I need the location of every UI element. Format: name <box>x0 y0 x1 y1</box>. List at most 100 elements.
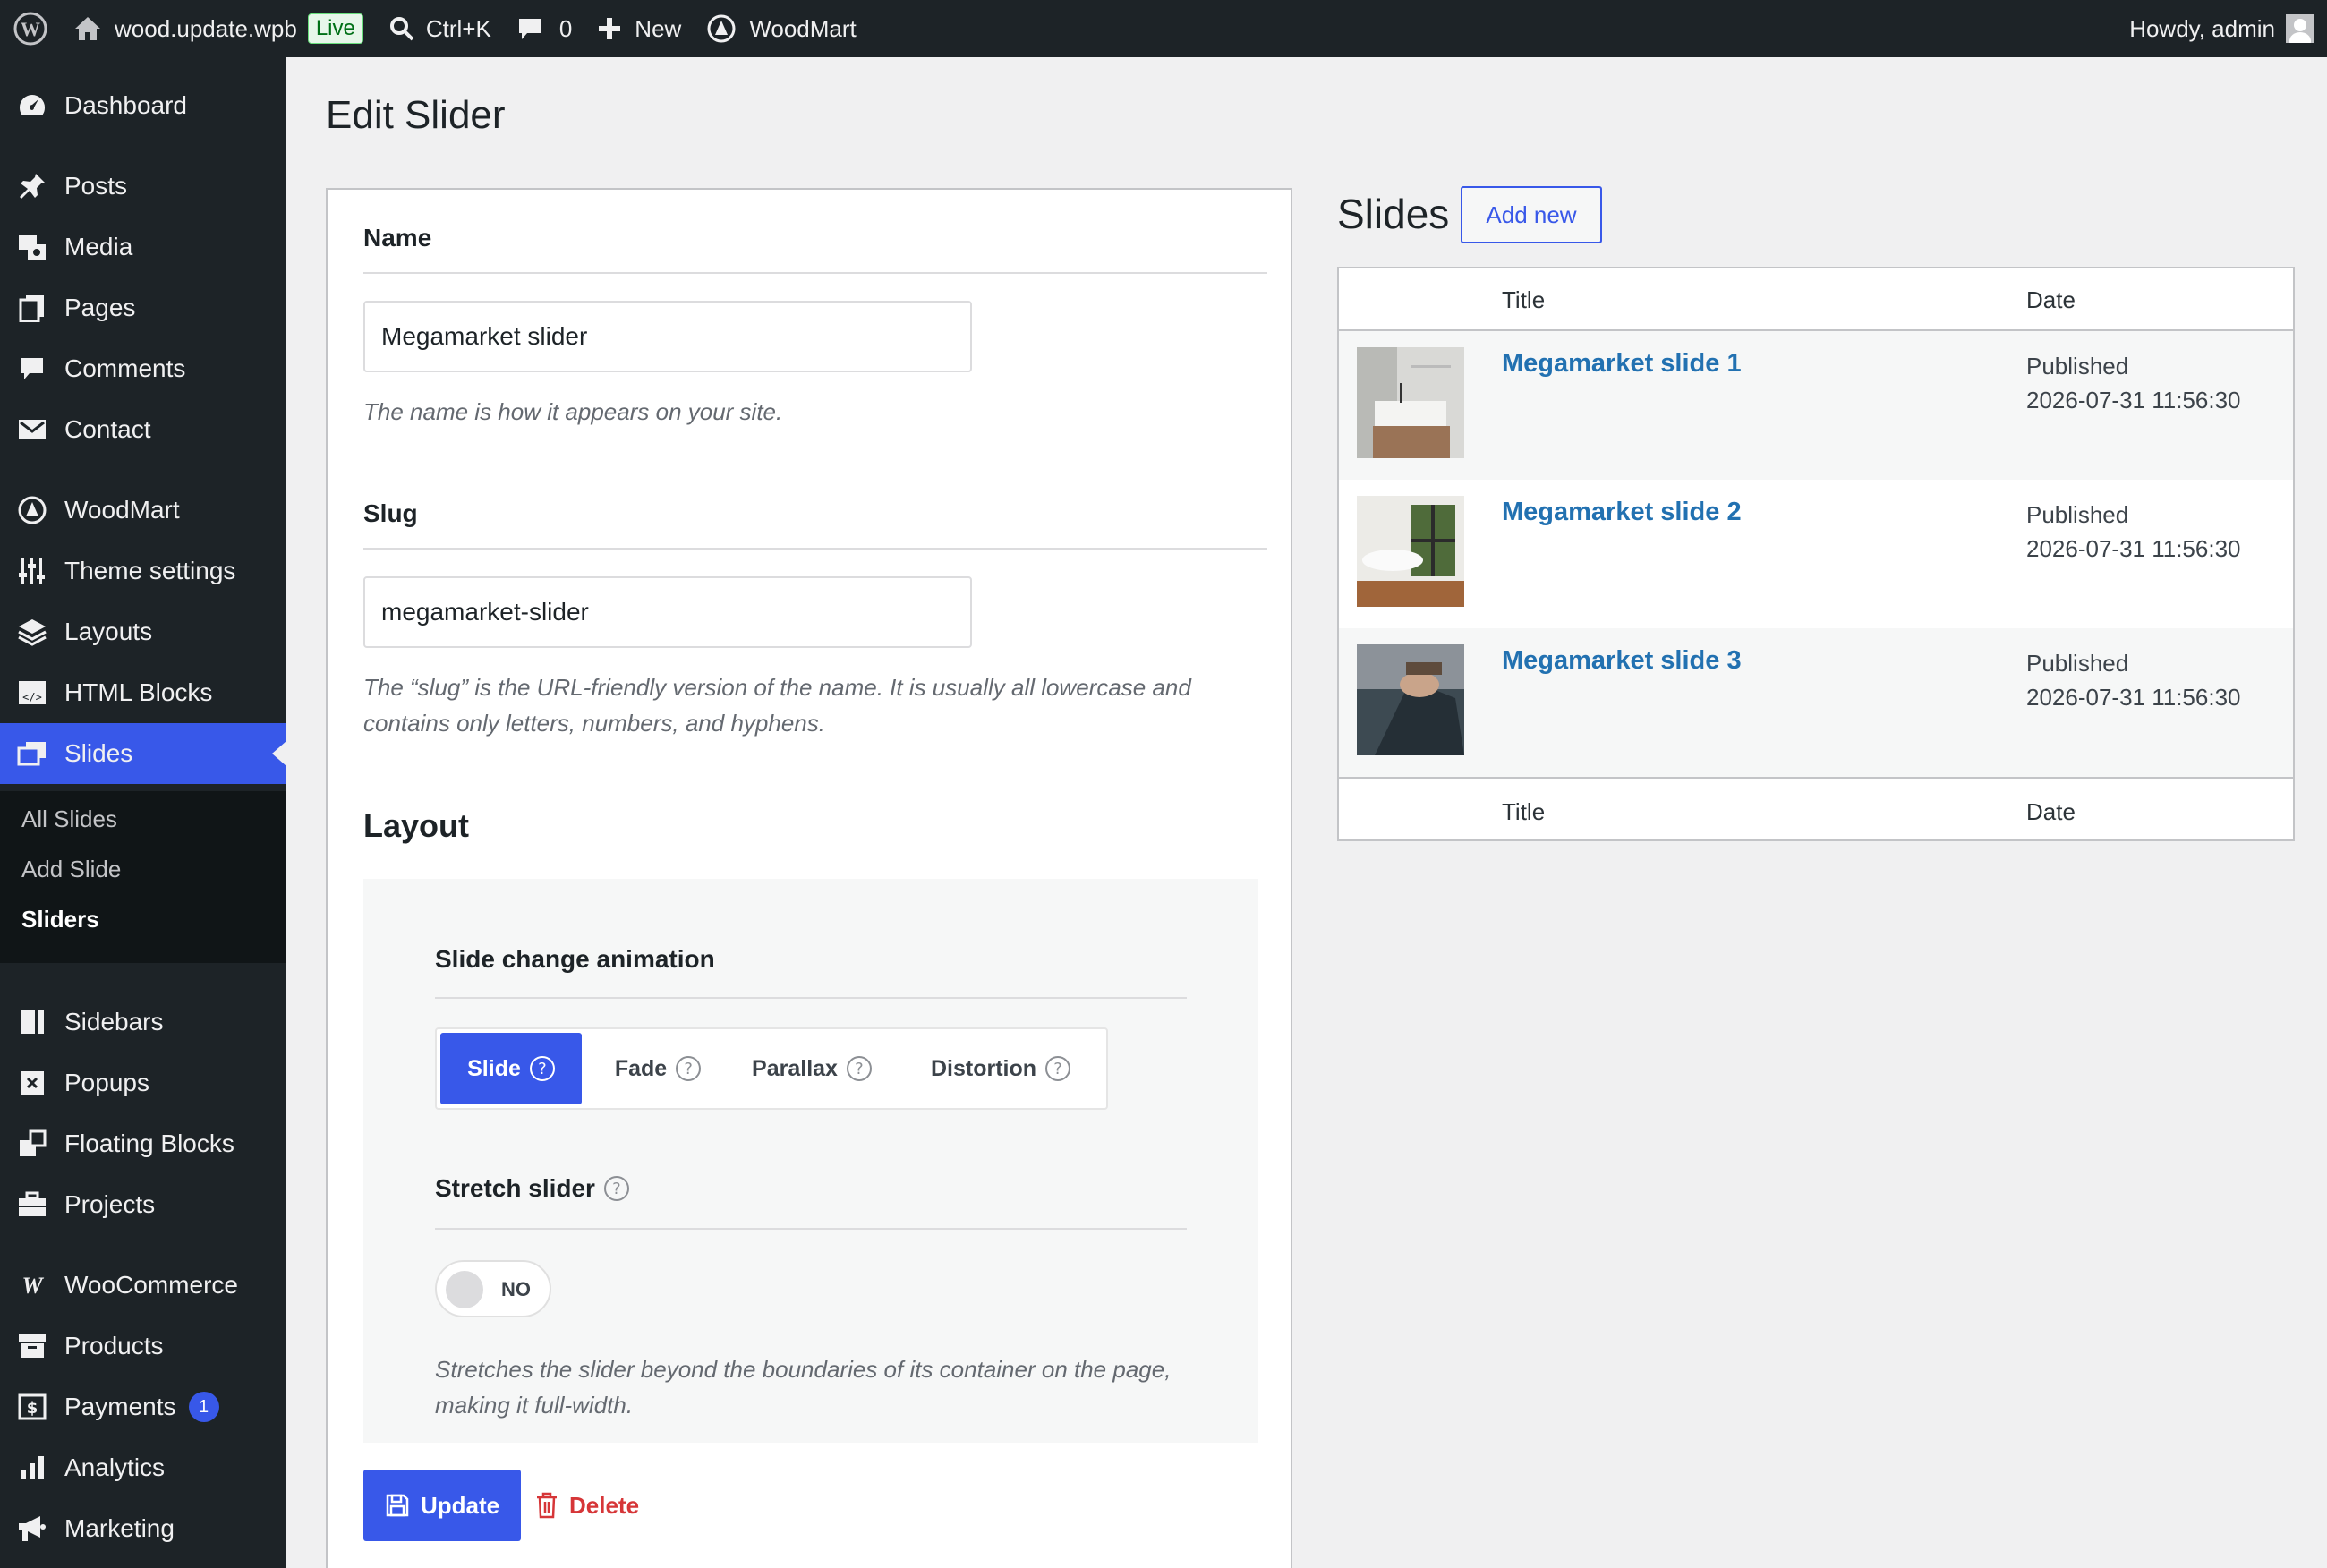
slide-thumbnail[interactable] <box>1357 496 1464 607</box>
sidebar-item-projects[interactable]: Projects <box>0 1174 286 1235</box>
column-footer-title[interactable]: Title <box>1502 798 1545 826</box>
divider <box>1339 777 2293 779</box>
slug-input[interactable]: megamarket-slider <box>363 576 972 648</box>
help-icon[interactable]: ? <box>1045 1056 1071 1081</box>
sidebar-item-label: Pages <box>64 294 136 321</box>
layout-section-title: Layout <box>363 807 470 844</box>
comment-icon <box>0 355 64 382</box>
option-label: Slide <box>467 1055 521 1081</box>
animation-option-parallax[interactable]: Parallax? <box>732 1033 891 1104</box>
sidebar-item-comments[interactable]: Comments <box>0 338 286 399</box>
layers-icon <box>0 618 64 646</box>
column-header-title[interactable]: Title <box>1502 286 1545 314</box>
update-button[interactable]: Update <box>363 1470 521 1541</box>
help-icon[interactable]: ? <box>676 1056 702 1081</box>
slug-help-text: The “slug” is the URL-friendly version o… <box>363 674 1191 737</box>
site-name-link[interactable]: wood.update.wpb Live <box>61 0 376 57</box>
sidebar-item-posts[interactable]: Posts <box>0 156 286 217</box>
help-icon[interactable]: ? <box>846 1056 872 1081</box>
table-row: Megamarket slide 3 Published 2026-07-31 … <box>1339 628 2293 777</box>
sidebar-item-label: Contact <box>64 415 151 443</box>
column-footer-date[interactable]: Date <box>2026 798 2076 826</box>
sidebar-item-media[interactable]: Media <box>0 217 286 277</box>
sidebar-item-label: WooCommerce <box>64 1271 238 1299</box>
live-badge: Live <box>307 13 363 44</box>
command-search-button[interactable]: Ctrl+K <box>376 0 504 57</box>
comments-link[interactable]: 0 <box>504 0 584 57</box>
woodmart-label: WoodMart <box>749 14 857 42</box>
animation-option-slide[interactable]: Slide? <box>440 1033 582 1104</box>
new-content-button[interactable]: New <box>584 0 694 57</box>
sidebar-item-sidebars[interactable]: Sidebars <box>0 992 286 1052</box>
animation-option-distortion[interactable]: Distortion? <box>902 1033 1099 1104</box>
briefcase-icon <box>0 1191 64 1218</box>
sidebar-item-woocommerce[interactable]: W WooCommerce <box>0 1255 286 1316</box>
dashboard-icon <box>0 90 64 121</box>
slides-submenu: All Slides Add Slide Sliders <box>0 791 286 963</box>
slide-date: Published 2026-07-31 11:56:30 <box>2026 498 2241 566</box>
slide-thumbnail[interactable] <box>1357 644 1464 755</box>
sliders-icon <box>0 557 64 585</box>
sidebar-item-analytics[interactable]: Analytics <box>0 1437 286 1498</box>
avatar <box>2286 14 2314 43</box>
sidebar-item-label: Sidebars <box>64 1008 164 1035</box>
name-input[interactable]: Megamarket slider <box>363 301 972 372</box>
slide-title-link[interactable]: Megamarket slide 2 <box>1502 498 1742 527</box>
animation-option-fade[interactable]: Fade? <box>591 1033 725 1104</box>
edit-slider-form: Name Megamarket slider The name is how i… <box>326 188 1292 1568</box>
column-header-date[interactable]: Date <box>2026 286 2076 314</box>
user-account-menu[interactable]: Howdy, admin <box>2117 0 2327 57</box>
slide-date: Published 2026-07-31 11:56:30 <box>2026 646 2241 714</box>
sidebar-item-layouts[interactable]: Layouts <box>0 601 286 662</box>
sidebar-item-slides[interactable]: Slides <box>0 723 286 784</box>
sidebar-item-products[interactable]: Products <box>0 1316 286 1376</box>
help-icon[interactable]: ? <box>529 1056 555 1081</box>
sidebar-item-html-blocks[interactable]: </> HTML Blocks <box>0 662 286 723</box>
svg-text:</>: </> <box>22 691 42 703</box>
toggle-knob <box>446 1271 483 1308</box>
stretch-slider-label: Stretch slider? <box>435 1174 629 1203</box>
help-icon[interactable]: ? <box>603 1176 629 1201</box>
plus-icon <box>599 18 621 39</box>
pin-icon <box>0 172 64 200</box>
woodmart-link[interactable]: WoodMart <box>694 0 868 57</box>
archive-icon <box>0 1333 64 1359</box>
sidebar-item-pages[interactable]: Pages <box>0 277 286 338</box>
html-block-icon: </> <box>0 680 64 705</box>
toggle-state: NO <box>501 1278 531 1300</box>
sidebar-item-woodmart[interactable]: WoodMart <box>0 480 286 541</box>
name-help-text: The name is how it appears on your site. <box>363 398 783 425</box>
divider <box>435 997 1187 999</box>
sidebar-item-floating-blocks[interactable]: Floating Blocks <box>0 1113 286 1174</box>
sidebar-item-label: Analytics <box>64 1453 166 1481</box>
add-new-slide-button[interactable]: Add new <box>1461 186 1602 243</box>
sidebar-item-payments[interactable]: $ Payments 1 <box>0 1376 286 1437</box>
option-label: Distortion <box>930 1055 1037 1081</box>
update-label: Update <box>420 1491 500 1519</box>
sidebar-item-label: Dashboard <box>64 91 187 119</box>
slide-thumbnail[interactable] <box>1357 347 1464 458</box>
comments-count: 0 <box>558 14 573 42</box>
slide-title-link[interactable]: Megamarket slide 1 <box>1502 349 1742 379</box>
wordpress-logo-icon[interactable]: W <box>0 0 61 57</box>
submenu-all-slides[interactable]: All Slides <box>21 805 117 833</box>
slide-title-link[interactable]: Megamarket slide 3 <box>1502 646 1742 676</box>
sidebar-item-popups[interactable]: Popups <box>0 1052 286 1113</box>
layout-settings-box: Slide change animation Slide? Fade? Para… <box>363 879 1258 1443</box>
slide-status: Published <box>2026 501 2129 528</box>
sidebar-item-theme-settings[interactable]: Theme settings <box>0 541 286 601</box>
sidebar-item-label: HTML Blocks <box>64 678 213 706</box>
slides-table: Title Date Megamarket slide 1 Published … <box>1337 267 2295 841</box>
admin-sidebar: Dashboard Posts Media Pages Comments Con… <box>0 57 286 1568</box>
delete-button[interactable]: Delete <box>535 1470 639 1541</box>
sidebar-item-dashboard[interactable]: Dashboard <box>0 75 286 136</box>
sidebar-item-marketing[interactable]: Marketing <box>0 1498 286 1559</box>
submenu-sliders[interactable]: Sliders <box>21 906 99 933</box>
payments-icon: $ <box>0 1393 64 1420</box>
trash-icon <box>537 1492 557 1519</box>
stretch-slider-toggle[interactable]: NO <box>435 1260 551 1317</box>
divider <box>435 1228 1187 1230</box>
sidebar-item-contact[interactable]: Contact <box>0 399 286 460</box>
submenu-add-slide[interactable]: Add Slide <box>21 856 121 883</box>
animation-label: Slide change animation <box>435 945 715 973</box>
